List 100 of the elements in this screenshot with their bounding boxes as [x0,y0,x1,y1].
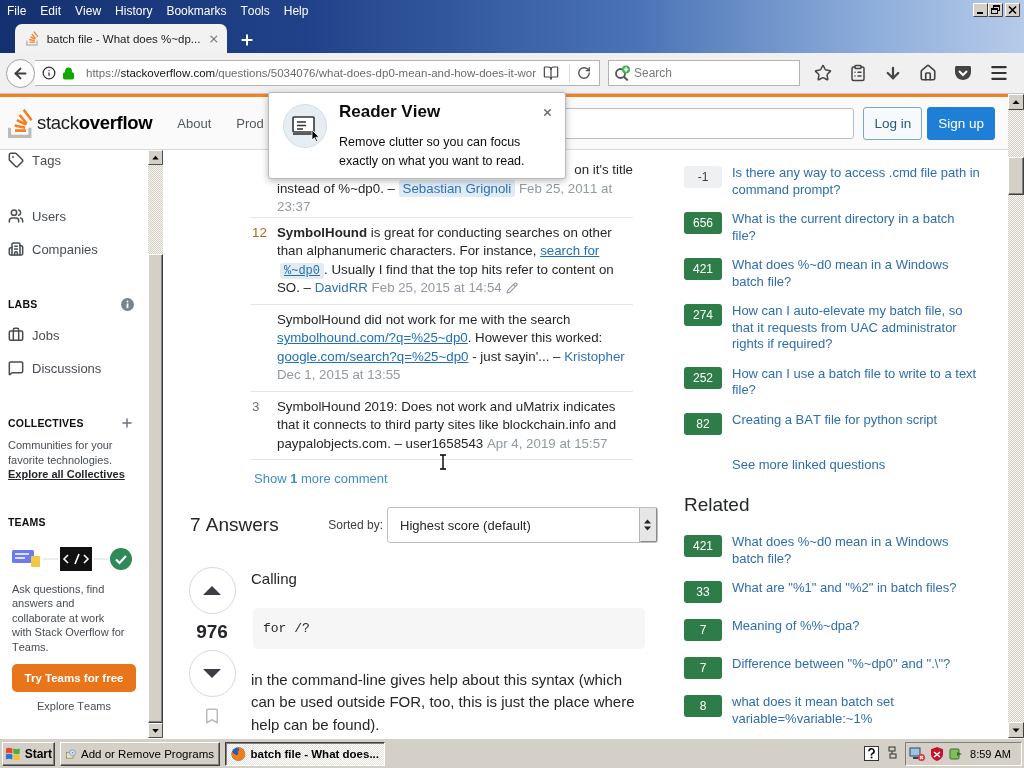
sort-select[interactable]: Highest score (default) [387,507,658,543]
question-link[interactable]: Meaning of %%~dpa? [732,618,981,635]
menu-item[interactable]: Bookmarks [159,0,234,22]
sidebar-item[interactable]: Users [8,206,134,226]
close-button[interactable] [1005,3,1020,17]
answer-text: Calling [251,569,298,589]
clipboard-icon[interactable] [848,64,867,82]
shield-icon[interactable] [929,745,945,762]
question-link[interactable]: Creating a BAT file for python script [732,411,981,428]
question-link[interactable]: How can I use a batch file to write to a text file? [732,365,981,399]
show-more-link[interactable]: Show 1 more comment [254,471,388,486]
question-link[interactable]: Is there any way to access .cmd file path in command prompt? [732,165,981,198]
question-link[interactable]: What are "%1" and "%2" in batch files? [732,580,981,597]
user-link[interactable]: DavidRR [314,280,368,295]
scroll-up-button[interactable] [1008,94,1024,110]
help-icon[interactable] [864,746,879,761]
menu-item[interactable]: File [0,0,34,22]
menu-item[interactable]: Tools [233,0,277,22]
score-badge: 421 [684,535,722,557]
comment-link[interactable]: symbolhound.com/?q=%25~dp0 [277,330,468,345]
question-link[interactable]: What is the current directory in a batch file? [732,211,981,244]
flag-icon [5,746,22,761]
menu-item[interactable]: Help [276,0,316,22]
question-link[interactable]: what does it mean batch set variable=%variable:~1% [732,694,981,727]
popup-title: Reader View [339,101,442,123]
menu-item[interactable]: Edit [33,0,69,22]
taskbar-button[interactable]: batch file - What does... [225,741,385,766]
network-icon[interactable] [888,746,897,761]
sidebar-item[interactable]: Discussions [8,358,134,378]
score-badge: 421 [684,258,722,280]
upvote-button[interactable] [188,567,236,614]
nav-link[interactable]: About [177,115,212,131]
plus-icon[interactable] [120,416,134,430]
question-link[interactable]: What does %~d0 mean in a Windows batch file? [732,257,981,290]
downvote-button[interactable] [188,650,236,697]
related-heading: Related [684,493,751,517]
score-badge: 656 [684,212,722,234]
menu-icon[interactable] [988,63,1009,83]
monitor-icon[interactable] [909,745,926,762]
scrollbar-thumb[interactable] [1008,157,1024,195]
vote-count: 976 [196,620,228,644]
score-badge: 7 [684,619,722,641]
comment-link[interactable]: google.com/search?q=%25~dp0 [277,348,469,364]
browser-tab[interactable]: batch file - What does %~dp... [15,24,227,53]
pocket-icon[interactable] [953,65,972,81]
search-field[interactable]: Search [608,60,800,86]
reader-view-icon [283,104,327,148]
sidebar-link[interactable]: Explore Teams [12,698,136,714]
pencil-icon[interactable] [505,282,518,294]
new-tab-icon[interactable] [239,31,255,48]
sidebar-item[interactable]: Tags [8,150,134,170]
scroll-up-button[interactable] [148,150,163,165]
logo-text[interactable]: stackoverflow [37,112,153,134]
question-link[interactable]: How can I auto-elevate my batch file, so that it requests from UAC administrator rights if required? [732,303,981,353]
reload-icon[interactable] [577,66,591,80]
lock-icon [62,66,75,80]
search-icon [614,65,631,81]
score-badge: 274 [684,304,722,326]
minimize-button[interactable] [973,3,988,17]
home-icon[interactable] [918,64,937,82]
scroll-down-button[interactable] [148,723,163,738]
nav-link[interactable]: Prod [236,115,264,131]
sidebar-item[interactable]: Jobs [8,325,134,345]
signup-button[interactable]: Sign up [927,106,995,140]
taskbar-button[interactable]: Add or Remove Programs [60,741,220,766]
score-badge: 33 [684,581,722,603]
restore-button[interactable] [988,3,1003,17]
start-button[interactable]: Start [2,741,55,766]
close-icon[interactable] [542,107,553,118]
url-text: https://stackoverflow.com/questions/5034076/what-does-dp0-mean-and-how-does-it-wor [86,67,537,79]
user-link[interactable]: Kristopher [564,348,625,364]
users-icon [8,208,24,224]
score-badge: 252 [684,366,722,389]
back-button[interactable] [6,58,35,88]
question-link[interactable]: Difference between "%~dp0" and ".\"? [732,656,981,673]
address-bar[interactable]: https://stackoverflow.com/questions/5034076/what-does-dp0-mean-and-how-does-it-wor [35,60,600,86]
menu-item[interactable]: History [108,0,160,22]
star-icon[interactable] [813,64,832,82]
comment-link[interactable]: %~dp0 [280,262,324,279]
scrollbar-thumb[interactable] [148,254,163,723]
close-tab-icon[interactable] [208,32,220,45]
tray-app-icon[interactable] [948,745,964,762]
score-badge: 8 [684,695,722,717]
sidebar-link[interactable]: Explore all Collectives [8,467,125,482]
user-link[interactable]: Sebastian Grignoli [398,179,516,197]
login-button[interactable]: Log in [863,106,923,140]
comment-text: SymbolHound 2019: Does not work and uMatrix indicates that it connects to third party sites like blockchain.info and paypalobjects.com. – user1658543 Apr 4, 2019 at 15:57 [277,397,618,453]
score-badge: 82 [684,412,722,435]
text-cursor-icon [439,454,447,470]
info-icon[interactable] [42,66,56,80]
sidebar-item[interactable]: Companies [8,239,134,259]
menu-item[interactable]: View [68,0,109,22]
scroll-down-button[interactable] [1008,722,1024,738]
question-link[interactable]: What does %~d0 mean in a Windows batch file? [732,534,981,567]
browser-icon [231,745,246,762]
comment-link[interactable]: search for [540,243,600,258]
answers-heading: 7 Answers [190,514,279,536]
see-more-link[interactable]: See more linked questions [732,456,886,473]
reader-view-icon[interactable] [543,65,559,81]
comment-text: instead of %~dp0. – Sebastian Grignoli Feb 25, 2011 at 23:37 [277,179,614,216]
